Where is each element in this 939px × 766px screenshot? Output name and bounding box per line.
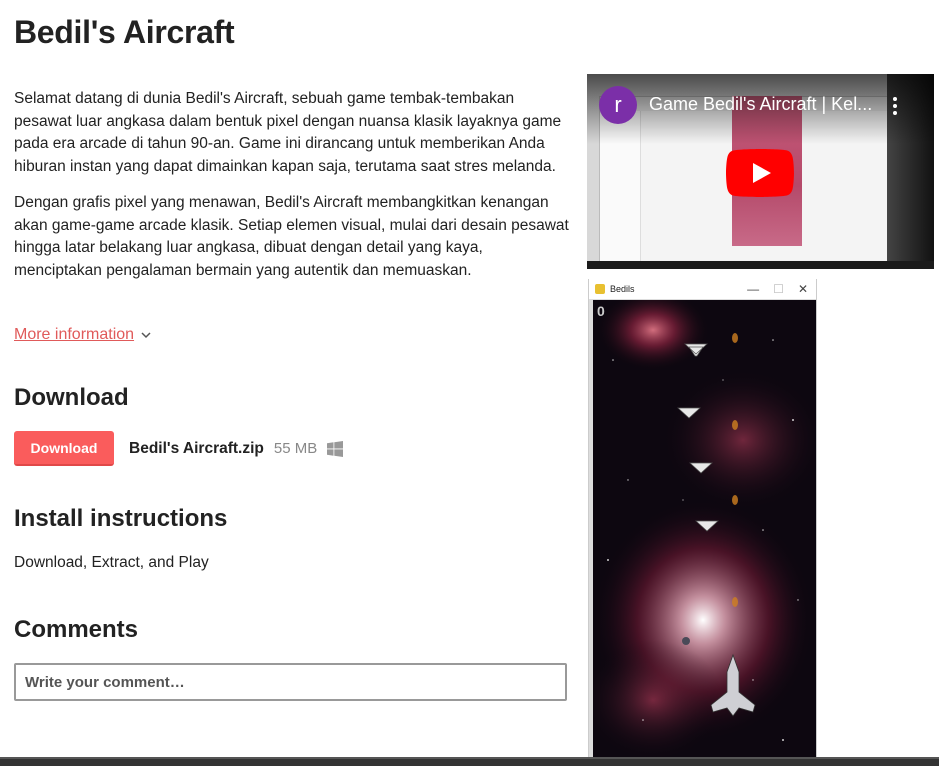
comment-placeholder: Write your comment… bbox=[25, 673, 185, 691]
comments-heading: Comments bbox=[14, 616, 139, 643]
minimize-icon: — bbox=[747, 282, 760, 296]
more-information-link[interactable]: More information bbox=[14, 326, 152, 344]
game-window-titlebar: Bedils — ☐ ✕ bbox=[589, 279, 816, 300]
game-window-icon bbox=[595, 284, 605, 294]
description-paragraph-1: Selamat datang di dunia Bedil's Aircraft… bbox=[14, 90, 562, 175]
download-row: Download Bedil's Aircraft.zip 55 MB bbox=[14, 431, 344, 466]
more-vert-icon[interactable] bbox=[891, 96, 899, 116]
game-score: 0 bbox=[597, 303, 605, 319]
download-file-size: 55 MB bbox=[273, 440, 318, 457]
space-background bbox=[593, 300, 815, 766]
bottom-bar bbox=[0, 757, 939, 766]
description-paragraph-2: Dengan grafis pixel yang menawan, Bedil'… bbox=[14, 194, 569, 279]
download-heading: Download bbox=[14, 384, 129, 411]
game-window-title: Bedils bbox=[610, 284, 635, 294]
game-screenshot[interactable]: Bedils — ☐ ✕ 0 bbox=[588, 279, 817, 766]
comment-input[interactable]: Write your comment… bbox=[14, 663, 567, 701]
game-description: Selamat datang di dunia Bedil's Aircraft… bbox=[14, 88, 569, 296]
close-icon: ✕ bbox=[797, 282, 808, 296]
maximize-icon: ☐ bbox=[773, 282, 784, 296]
channel-avatar[interactable]: r bbox=[599, 86, 637, 124]
video-title[interactable]: Game Bedil's Aircraft | Kel... bbox=[649, 94, 889, 115]
windows-icon bbox=[327, 440, 344, 457]
video-embed[interactable]: r Game Bedil's Aircraft | Kel... bbox=[587, 74, 934, 269]
download-button[interactable]: Download bbox=[14, 431, 114, 466]
install-instructions-text: Download, Extract, and Play bbox=[14, 554, 209, 571]
chevron-down-icon bbox=[141, 332, 151, 339]
more-information-label: More information bbox=[14, 326, 135, 343]
page-title: Bedil's Aircraft bbox=[14, 14, 235, 50]
install-instructions-heading: Install instructions bbox=[14, 505, 228, 532]
youtube-play-icon[interactable] bbox=[726, 149, 794, 197]
download-file-name: Bedil's Aircraft.zip bbox=[129, 439, 264, 457]
